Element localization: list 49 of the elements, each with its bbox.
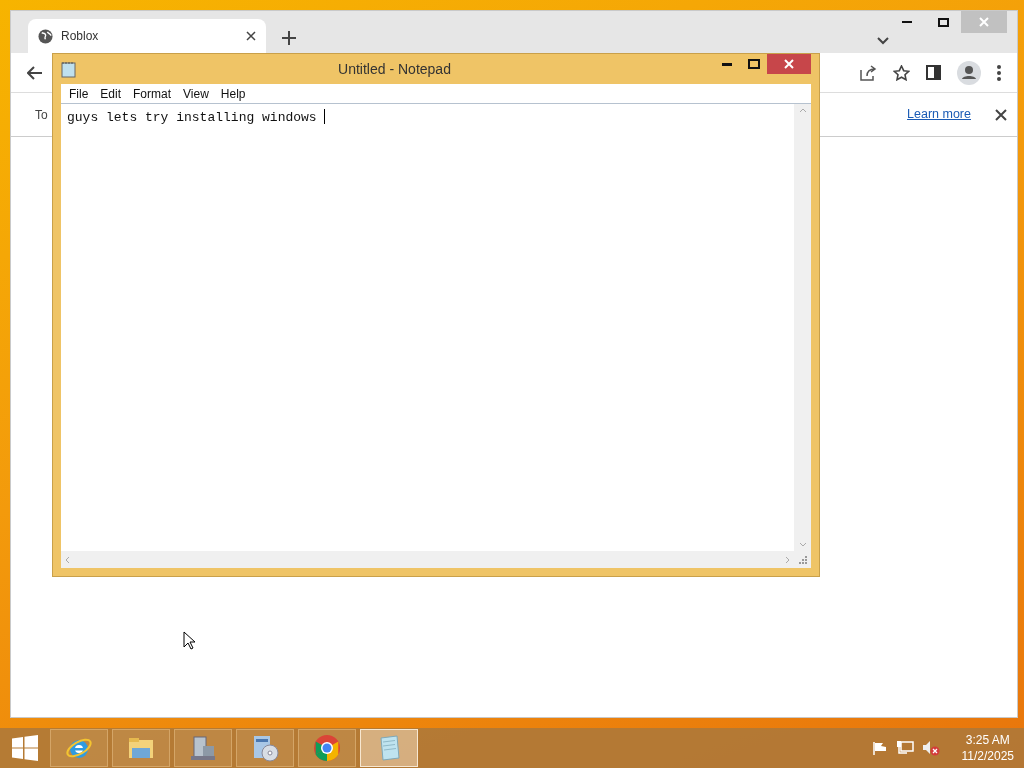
close-icon[interactable]: [995, 108, 1007, 121]
scroll-left-icon[interactable]: [65, 555, 70, 564]
menu-icon[interactable]: [997, 64, 1001, 81]
taskbar-button[interactable]: [174, 729, 232, 767]
tab-search-icon[interactable]: [877, 37, 889, 45]
setup-disc-icon: [251, 734, 279, 762]
back-icon[interactable]: [27, 65, 43, 80]
mouse-cursor-icon: [183, 631, 195, 650]
menu-item[interactable]: File: [63, 84, 95, 103]
muted-speaker-icon[interactable]: [921, 740, 940, 756]
scroll-right-icon[interactable]: [785, 555, 790, 564]
share-icon[interactable]: [859, 64, 877, 81]
chrome-icon: [313, 734, 341, 762]
menu-item[interactable]: Edit: [94, 84, 128, 103]
network-icon[interactable]: [895, 740, 914, 756]
scroll-up-icon[interactable]: [798, 108, 807, 113]
menu-item[interactable]: View: [177, 84, 215, 103]
close-icon[interactable]: [246, 31, 256, 41]
window-title: Untitled - Notepad: [337, 59, 452, 79]
windows-start-icon[interactable]: [12, 735, 38, 761]
close-button[interactable]: [767, 54, 811, 74]
maximize-icon: [937, 17, 949, 27]
learn-more-link[interactable]: Learn more: [907, 105, 971, 124]
clock-time[interactable]: 3:25 AM: [961, 732, 1014, 748]
notepad-icon: [61, 60, 76, 78]
close-icon: [979, 17, 989, 27]
close-icon: [784, 59, 794, 69]
profile-icon[interactable]: [957, 60, 981, 85]
maximize-icon: [747, 59, 760, 69]
menu-item[interactable]: Format: [127, 84, 178, 103]
star-icon[interactable]: [893, 64, 910, 81]
minimize-icon: [721, 62, 732, 66]
browser-tab[interactable]: Roblox: [28, 19, 266, 53]
flag-icon[interactable]: [871, 741, 888, 755]
taskbar-button[interactable]: [50, 729, 108, 767]
taskbar-button[interactable]: [112, 729, 170, 767]
taskbar-button[interactable]: [360, 729, 418, 767]
taskbar-button[interactable]: [236, 729, 294, 767]
new-tab-icon[interactable]: [282, 31, 296, 45]
globe-icon: [38, 28, 53, 44]
scroll-down-icon[interactable]: [798, 542, 807, 547]
minimize-icon: [902, 21, 912, 23]
taskbar-button[interactable]: [298, 729, 356, 767]
menu-item[interactable]: Help: [214, 84, 252, 103]
resize-grip-icon[interactable]: [799, 556, 807, 564]
computer-icon: [189, 734, 217, 762]
infobar-text: To: [35, 106, 48, 124]
clock-date[interactable]: 11/2/2025: [961, 748, 1014, 764]
side-panel-icon[interactable]: [926, 65, 941, 80]
